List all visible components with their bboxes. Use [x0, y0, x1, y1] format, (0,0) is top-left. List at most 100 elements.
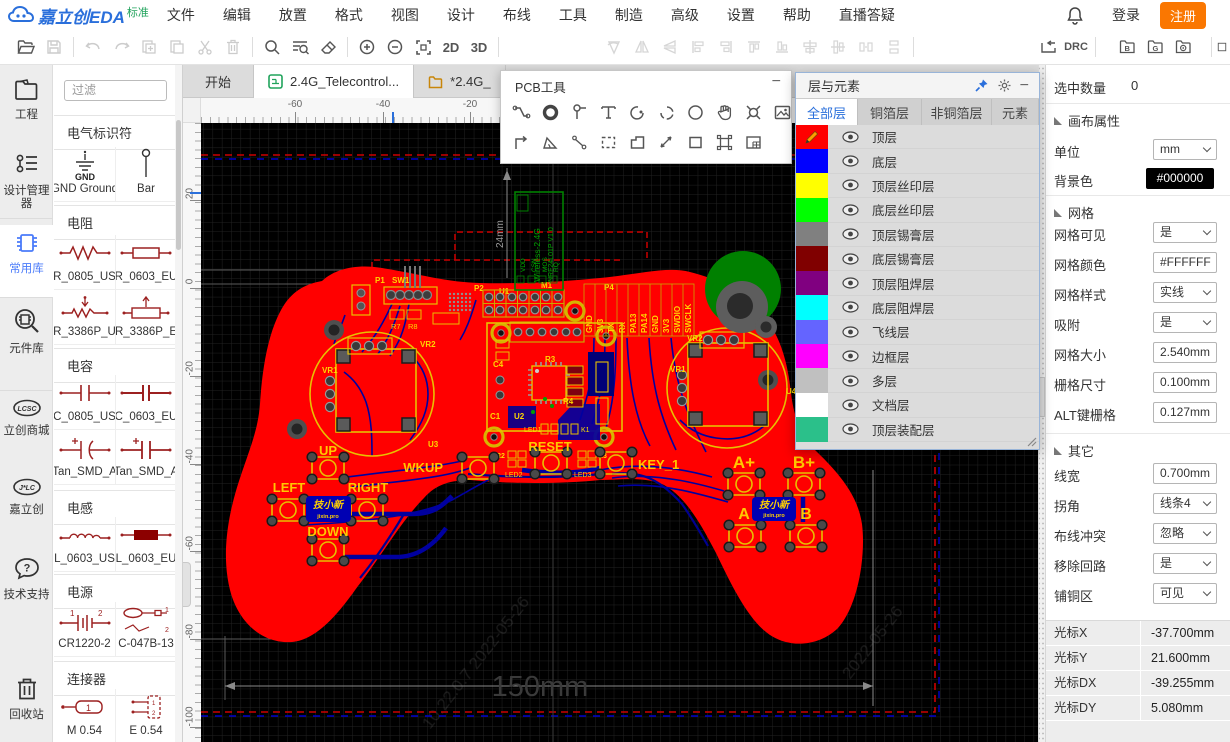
pad-tool-icon[interactable] [536, 99, 565, 125]
layer-visibility-eye-icon[interactable] [842, 179, 859, 191]
layer-visibility-eye-icon[interactable] [842, 228, 859, 240]
align-left-icon[interactable] [684, 35, 712, 59]
section-other[interactable]: 其它 [1046, 433, 1230, 461]
pcb-tools-minimize[interactable]: − [772, 73, 781, 91]
layer-visibility-eye-icon[interactable] [842, 301, 859, 313]
grid-color-input[interactable]: #FFFFFF [1153, 252, 1217, 273]
layer-visibility-eye-icon[interactable] [842, 131, 859, 143]
library-item-r3386pe[interactable]: R_3386P_E [115, 290, 176, 345]
sidebar-item-recycle-bin[interactable]: 回收站 [0, 677, 53, 722]
library-item-conn1[interactable]: 1 M 0.54 [54, 689, 115, 742]
search-icon[interactable] [258, 35, 286, 59]
partial-edge-icon[interactable] [1217, 35, 1227, 59]
layer-row[interactable]: 顶层锡膏层 [796, 223, 1039, 247]
layer-visibility-eye-icon[interactable] [842, 204, 859, 216]
layer-color-swatch[interactable] [796, 271, 828, 295]
layer-visibility-eye-icon[interactable] [842, 423, 859, 435]
undo-icon[interactable] [79, 35, 107, 59]
layer-color-swatch[interactable] [796, 320, 828, 344]
layer-row[interactable]: 顶层装配层 [796, 418, 1039, 442]
layer-color-swatch[interactable] [796, 393, 828, 417]
sidebar-item-project[interactable]: 工程 [0, 79, 53, 122]
layer-row[interactable]: 底层锡膏层 [796, 247, 1039, 271]
library-item-r0603eu[interactable]: R_0603_EU [115, 235, 176, 290]
spacing-tool-icon[interactable] [652, 129, 681, 155]
menu-edit[interactable]: 编辑 [209, 0, 265, 30]
grid-visible-select[interactable]: 是 [1153, 222, 1217, 243]
conflict-select[interactable]: 忽略 [1153, 523, 1217, 544]
drag-tool-icon[interactable] [710, 99, 739, 125]
layer-row[interactable]: 顶层丝印层 [796, 174, 1039, 198]
dashed-region-tool-icon[interactable] [594, 129, 623, 155]
arc-tool-icon[interactable] [623, 99, 652, 125]
layer-row[interactable]: 文档层 [796, 393, 1039, 417]
layer-visibility-eye-icon[interactable] [842, 350, 859, 362]
library-item-c0805us[interactable]: C_0805_US [54, 375, 115, 430]
layer-row[interactable]: 底层阻焊层 [796, 296, 1039, 320]
section-grid[interactable]: 网格 [1046, 195, 1230, 223]
layer-color-swatch[interactable] [796, 344, 828, 368]
bg-color-value[interactable]: #000000 [1146, 168, 1214, 189]
layers-settings-gear-icon[interactable] [997, 78, 1012, 93]
library-item-tantalum-a[interactable]: Tan_SMD_A [54, 430, 115, 485]
layer-visibility-eye-icon[interactable] [842, 155, 859, 167]
tab-start[interactable]: 开始 [183, 65, 254, 98]
library-item-l0603eu[interactable]: L_0603_EU [115, 517, 176, 572]
image-tool-icon[interactable] [768, 99, 797, 125]
library-item-l0603us[interactable]: L_0603_US [54, 517, 115, 572]
rotate-ccw-icon[interactable] [600, 35, 628, 59]
layer-color-swatch[interactable] [796, 149, 828, 173]
layer-visibility-eye-icon[interactable] [842, 326, 859, 338]
group-tool-icon[interactable] [710, 129, 739, 155]
grid-size-input[interactable]: 2.540mm [1153, 342, 1217, 363]
flip-horizontal-icon[interactable] [628, 35, 656, 59]
coord-export-icon[interactable] [1169, 35, 1197, 59]
notification-bell-icon[interactable] [1066, 6, 1084, 25]
layers-minimize[interactable]: − [1020, 77, 1029, 95]
menu-tools[interactable]: 工具 [545, 0, 601, 30]
view-3d-icon[interactable]: 3D [465, 35, 493, 59]
layers-tab-copper[interactable]: 铜箔层 [858, 99, 922, 125]
menu-fabrication[interactable]: 制造 [601, 0, 657, 30]
layer-color-swatch[interactable] [796, 198, 828, 222]
library-item-r0805us[interactable]: R_0805_US [54, 235, 115, 290]
layer-row[interactable]: 顶层 [796, 125, 1039, 149]
layer-row[interactable]: 底层 [796, 149, 1039, 173]
layer-color-swatch[interactable] [796, 417, 828, 441]
menu-format[interactable]: 格式 [321, 0, 377, 30]
drc-check-icon[interactable]: DRC [1062, 35, 1090, 59]
delete-icon[interactable] [219, 35, 247, 59]
layer-row[interactable]: 飞线层 [796, 320, 1039, 344]
library-scrollbar[interactable] [175, 65, 182, 742]
layer-color-swatch[interactable] [796, 125, 828, 149]
menu-help[interactable]: 帮助 [769, 0, 825, 30]
view-2d-icon[interactable]: 2D [437, 35, 465, 59]
menu-live-support[interactable]: 直播答疑 [825, 0, 909, 30]
paste-icon[interactable] [163, 35, 191, 59]
layer-color-swatch[interactable] [796, 295, 828, 319]
library-item-battery[interactable]: 12 CR1220-2 [54, 602, 115, 657]
tab-pcb[interactable]: *2.4G_ [414, 65, 505, 98]
raster-size-input[interactable]: 0.100mm [1153, 372, 1217, 393]
align-right-icon[interactable] [712, 35, 740, 59]
save-icon[interactable] [40, 35, 68, 59]
remove-loop-select[interactable]: 是 [1153, 553, 1217, 574]
open-file-icon[interactable] [12, 35, 40, 59]
cut-icon[interactable] [191, 35, 219, 59]
layer-row[interactable]: 底层丝印层 [796, 198, 1039, 222]
menu-route[interactable]: 布线 [489, 0, 545, 30]
library-item-bar[interactable]: Bar [115, 147, 176, 202]
snap-select[interactable]: 是 [1153, 312, 1217, 333]
library-item-power-probe[interactable]: 12 C-047B-13 [115, 602, 176, 657]
register-button[interactable]: 注册 [1160, 2, 1206, 29]
pin-panel-icon[interactable] [974, 78, 989, 93]
sidebar-item-lcsc-mall[interactable]: LCSC 立创商城 [0, 399, 53, 438]
zoom-in-icon[interactable] [353, 35, 381, 59]
login-link[interactable]: 登录 [1112, 5, 1140, 25]
layer-color-swatch[interactable] [796, 222, 828, 246]
eraser-icon[interactable] [314, 35, 342, 59]
unit-select[interactable]: mm [1153, 139, 1217, 160]
library-item-gnd[interactable]: GND GND Ground [54, 147, 115, 202]
layers-resize-handle[interactable] [1027, 437, 1037, 447]
menu-view[interactable]: 视图 [377, 0, 433, 30]
